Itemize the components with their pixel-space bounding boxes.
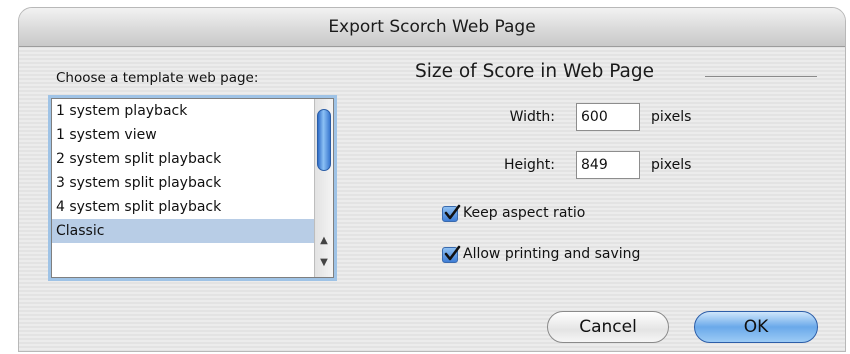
ok-button[interactable]: OK	[694, 311, 818, 343]
template-label: Choose a template web page:	[56, 70, 259, 86]
list-item[interactable]: 4 system split playback	[52, 195, 314, 219]
cancel-button[interactable]: Cancel	[547, 311, 669, 343]
scrollbar-thumb[interactable]	[317, 109, 331, 171]
list-item-selected[interactable]: Classic	[52, 219, 314, 243]
allow-printing-label[interactable]: Allow printing and saving	[463, 246, 640, 262]
height-unit: pixels	[651, 157, 692, 173]
list-item[interactable]: 1 system playback	[52, 99, 314, 123]
template-list[interactable]: 1 system playback 1 system view 2 system…	[51, 98, 334, 278]
window-title[interactable]: Export Scorch Web Page	[19, 8, 845, 47]
list-item[interactable]: 3 system split playback	[52, 171, 314, 195]
checkmark-icon	[444, 204, 461, 220]
list-scrollbar[interactable]: ▲ ▼	[314, 99, 333, 277]
keep-aspect-label[interactable]: Keep aspect ratio	[463, 205, 585, 221]
checkmark-icon	[444, 245, 461, 261]
allow-printing-checkbox[interactable]	[442, 245, 461, 263]
size-section-title: Size of Score in Web Page	[415, 61, 655, 82]
height-label: Height:	[504, 157, 555, 173]
template-list-items: 1 system playback 1 system view 2 system…	[52, 99, 314, 243]
list-item[interactable]: 2 system split playback	[52, 147, 314, 171]
export-dialog: Export Scorch Web Page Choose a template…	[18, 7, 846, 352]
width-field[interactable]: 600	[576, 103, 640, 131]
width-unit: pixels	[651, 109, 692, 125]
scroll-up-arrow-icon[interactable]: ▲	[318, 235, 330, 247]
list-item[interactable]: 1 system view	[52, 123, 314, 147]
height-field[interactable]: 849	[576, 151, 640, 179]
keep-aspect-checkbox[interactable]	[442, 204, 461, 222]
section-divider	[705, 76, 817, 77]
scroll-down-arrow-icon[interactable]: ▼	[318, 257, 330, 269]
width-label: Width:	[509, 109, 555, 125]
